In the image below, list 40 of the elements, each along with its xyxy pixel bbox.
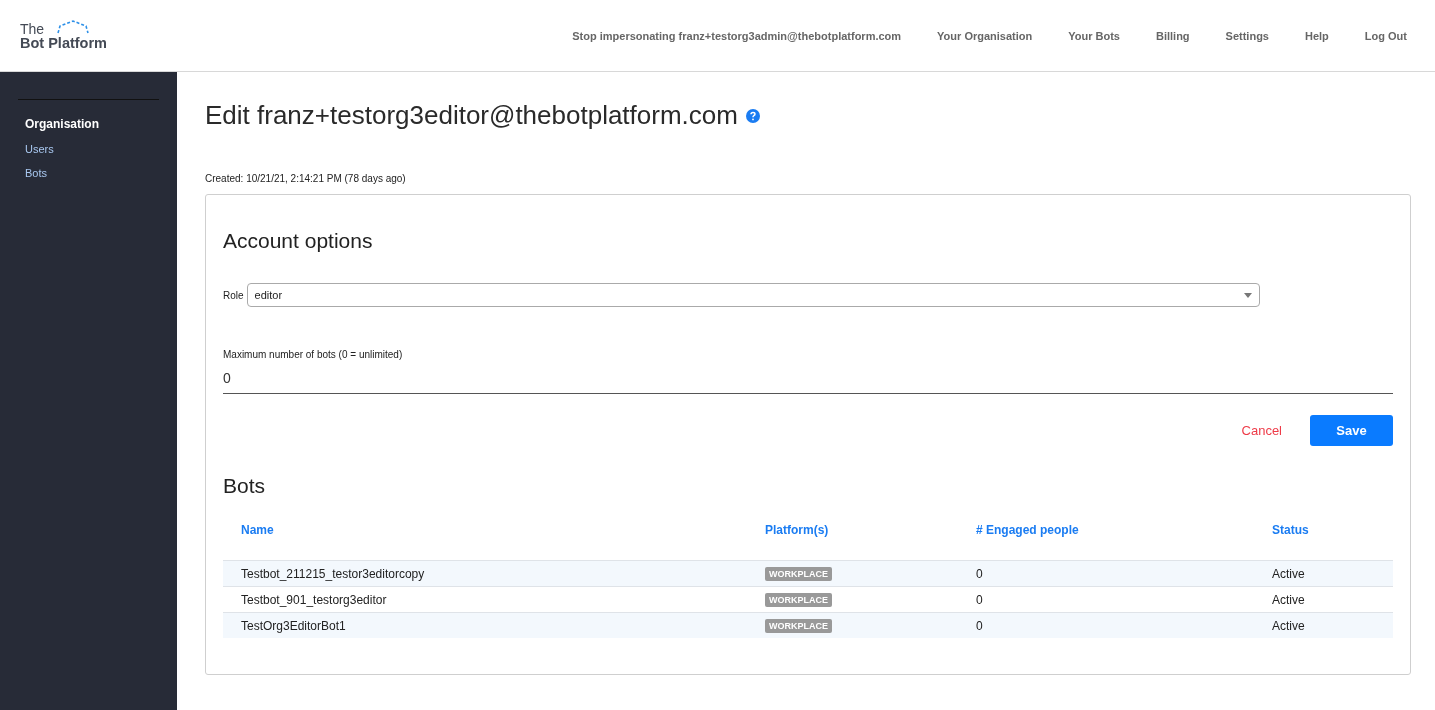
- section-heading: Account options: [223, 229, 373, 253]
- column-header[interactable]: Status: [1254, 523, 1393, 561]
- platform-tag: WORKPLACE: [765, 567, 832, 581]
- role-dropdown[interactable]: editor: [246, 283, 1260, 307]
- field-label: Maximum number of bots (0 = unlimited): [223, 349, 404, 360]
- table-cell: Testbot_211215_testor3editorcopy: [223, 560, 747, 587]
- logo-text: Bot Platform: [20, 36, 107, 51]
- input-field[interactable]: 0: [223, 370, 1393, 394]
- sidebar-item[interactable]: Bots: [18, 161, 159, 186]
- sidebar-item[interactable]: Users: [18, 136, 159, 161]
- column-header[interactable]: # Engaged people: [958, 523, 1254, 561]
- platform-tag: WORKPLACE: [765, 619, 832, 633]
- table-cell: Active: [1254, 560, 1393, 587]
- column-header[interactable]: Platform(s): [747, 523, 958, 561]
- save-button[interactable]: Save: [1310, 415, 1393, 446]
- nav-link[interactable]: Log Out: [1364, 29, 1407, 42]
- page-title: Edit franz+testorg3editor@thebotplatform.com: [205, 100, 738, 131]
- sidebar-item[interactable]: Organisation: [18, 112, 159, 137]
- created-date: Created: 10/21/21, 2:14:21 PM (78 days ago): [205, 173, 406, 184]
- section-heading: Bots: [223, 474, 266, 498]
- table-cell: 0: [958, 612, 1254, 638]
- table-cell: 0: [958, 586, 1254, 613]
- nav-link[interactable]: Your Organisation: [937, 29, 1033, 42]
- platform-tag: WORKPLACE: [765, 593, 832, 607]
- logo-text: The: [20, 22, 45, 37]
- table-cell: TestOrg3EditorBot1: [223, 612, 747, 638]
- nav-link[interactable]: Settings: [1225, 29, 1269, 42]
- table-cell: 0: [958, 560, 1254, 587]
- cancel-link[interactable]: Cancel: [1241, 423, 1282, 438]
- table-cell: Active: [1254, 612, 1393, 638]
- help-icon[interactable]: [745, 108, 760, 123]
- nav-link[interactable]: Help: [1305, 29, 1329, 42]
- nav-link[interactable]: Billing: [1156, 29, 1190, 42]
- table-cell: Testbot_901_testorg3editor: [223, 586, 747, 613]
- roof-icon: [56, 20, 91, 35]
- table-cell: Active: [1254, 586, 1393, 613]
- field-label: Role: [223, 289, 244, 301]
- nav-link[interactable]: Stop impersonating franz+testorg3admin@thebotplatform.com: [572, 29, 902, 42]
- column-header[interactable]: Name: [223, 523, 747, 561]
- nav-link[interactable]: Your Bots: [1068, 29, 1120, 42]
